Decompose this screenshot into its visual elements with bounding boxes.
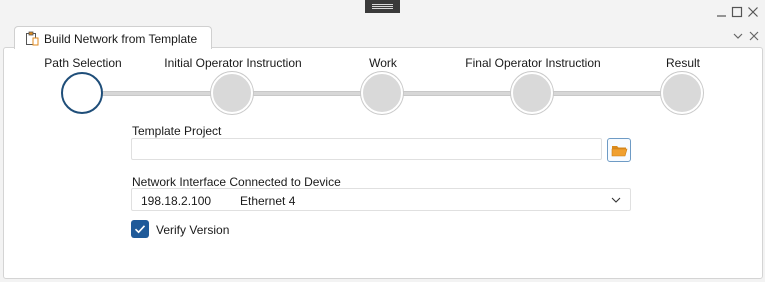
network-interface-ip: 198.18.2.100 — [141, 194, 212, 208]
step-circle-path-selection[interactable] — [61, 72, 103, 114]
step-circle-result[interactable] — [661, 72, 703, 114]
template-project-label: Template Project — [132, 124, 222, 138]
network-interface-label: Network Interface Connected to Device — [132, 175, 341, 189]
network-interface-name: Ethernet 4 — [240, 194, 296, 208]
step-circle-final-operator-instruction[interactable] — [511, 72, 553, 114]
tab-title: Build Network from Template — [44, 32, 198, 46]
step-label-initial-operator-instruction: Initial Operator Instruction — [164, 56, 302, 70]
verify-version-checkbox[interactable] — [131, 220, 149, 238]
step-label-work: Work — [369, 56, 397, 70]
step-label-path-selection: Path Selection — [44, 56, 122, 70]
step-label-result: Result — [665, 56, 701, 70]
chevron-down-icon — [610, 194, 622, 206]
step-circle-work[interactable] — [361, 72, 403, 114]
folder-open-icon — [608, 146, 630, 164]
browse-folder-button[interactable] — [607, 138, 631, 162]
step-circle-initial-operator-instruction[interactable] — [211, 72, 253, 114]
network-interface-dropdown[interactable]: 198.18.2.100 Ethernet 4 — [131, 188, 631, 211]
template-project-input[interactable] — [131, 138, 602, 160]
minimize-icon[interactable] — [716, 6, 728, 20]
maximize-icon[interactable] — [731, 6, 743, 20]
verify-version-label[interactable]: Verify Version — [156, 223, 229, 237]
tab-close-icon[interactable] — [748, 30, 760, 44]
window-drag-handle[interactable] — [365, 0, 400, 13]
checkmark-icon — [131, 225, 149, 241]
step-label-final-operator-instruction: Final Operator Instruction — [465, 56, 601, 70]
close-icon[interactable] — [747, 6, 759, 20]
tab-build-network-from-template[interactable]: Build Network from Template — [14, 26, 212, 49]
clipboard-icon — [25, 31, 39, 46]
chevron-down-icon[interactable] — [732, 30, 744, 44]
